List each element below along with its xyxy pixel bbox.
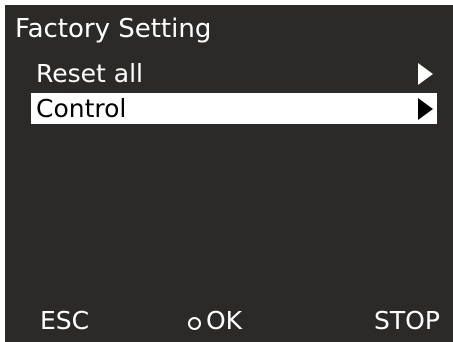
ring-icon — [188, 316, 201, 330]
menu-item-control[interactable]: Control — [31, 93, 437, 124]
screen-bezel-top — [0, 0, 453, 5]
arrow-right-icon — [418, 98, 433, 120]
menu-item-label: Control — [36, 94, 127, 123]
display-screen: Factory Setting Reset all Control ESC OK… — [0, 0, 453, 342]
ok-softkey[interactable]: OK — [188, 304, 242, 338]
stop-softkey[interactable]: STOP — [374, 304, 440, 338]
menu-item-label: Reset all — [36, 59, 143, 88]
ok-softkey-label: OK — [206, 306, 243, 335]
esc-softkey[interactable]: ESC — [40, 304, 89, 338]
menu-item-reset-all[interactable]: Reset all — [31, 58, 437, 89]
screen-bezel-left — [0, 0, 5, 342]
arrow-right-icon — [418, 63, 433, 85]
page-title: Factory Setting — [15, 14, 212, 44]
